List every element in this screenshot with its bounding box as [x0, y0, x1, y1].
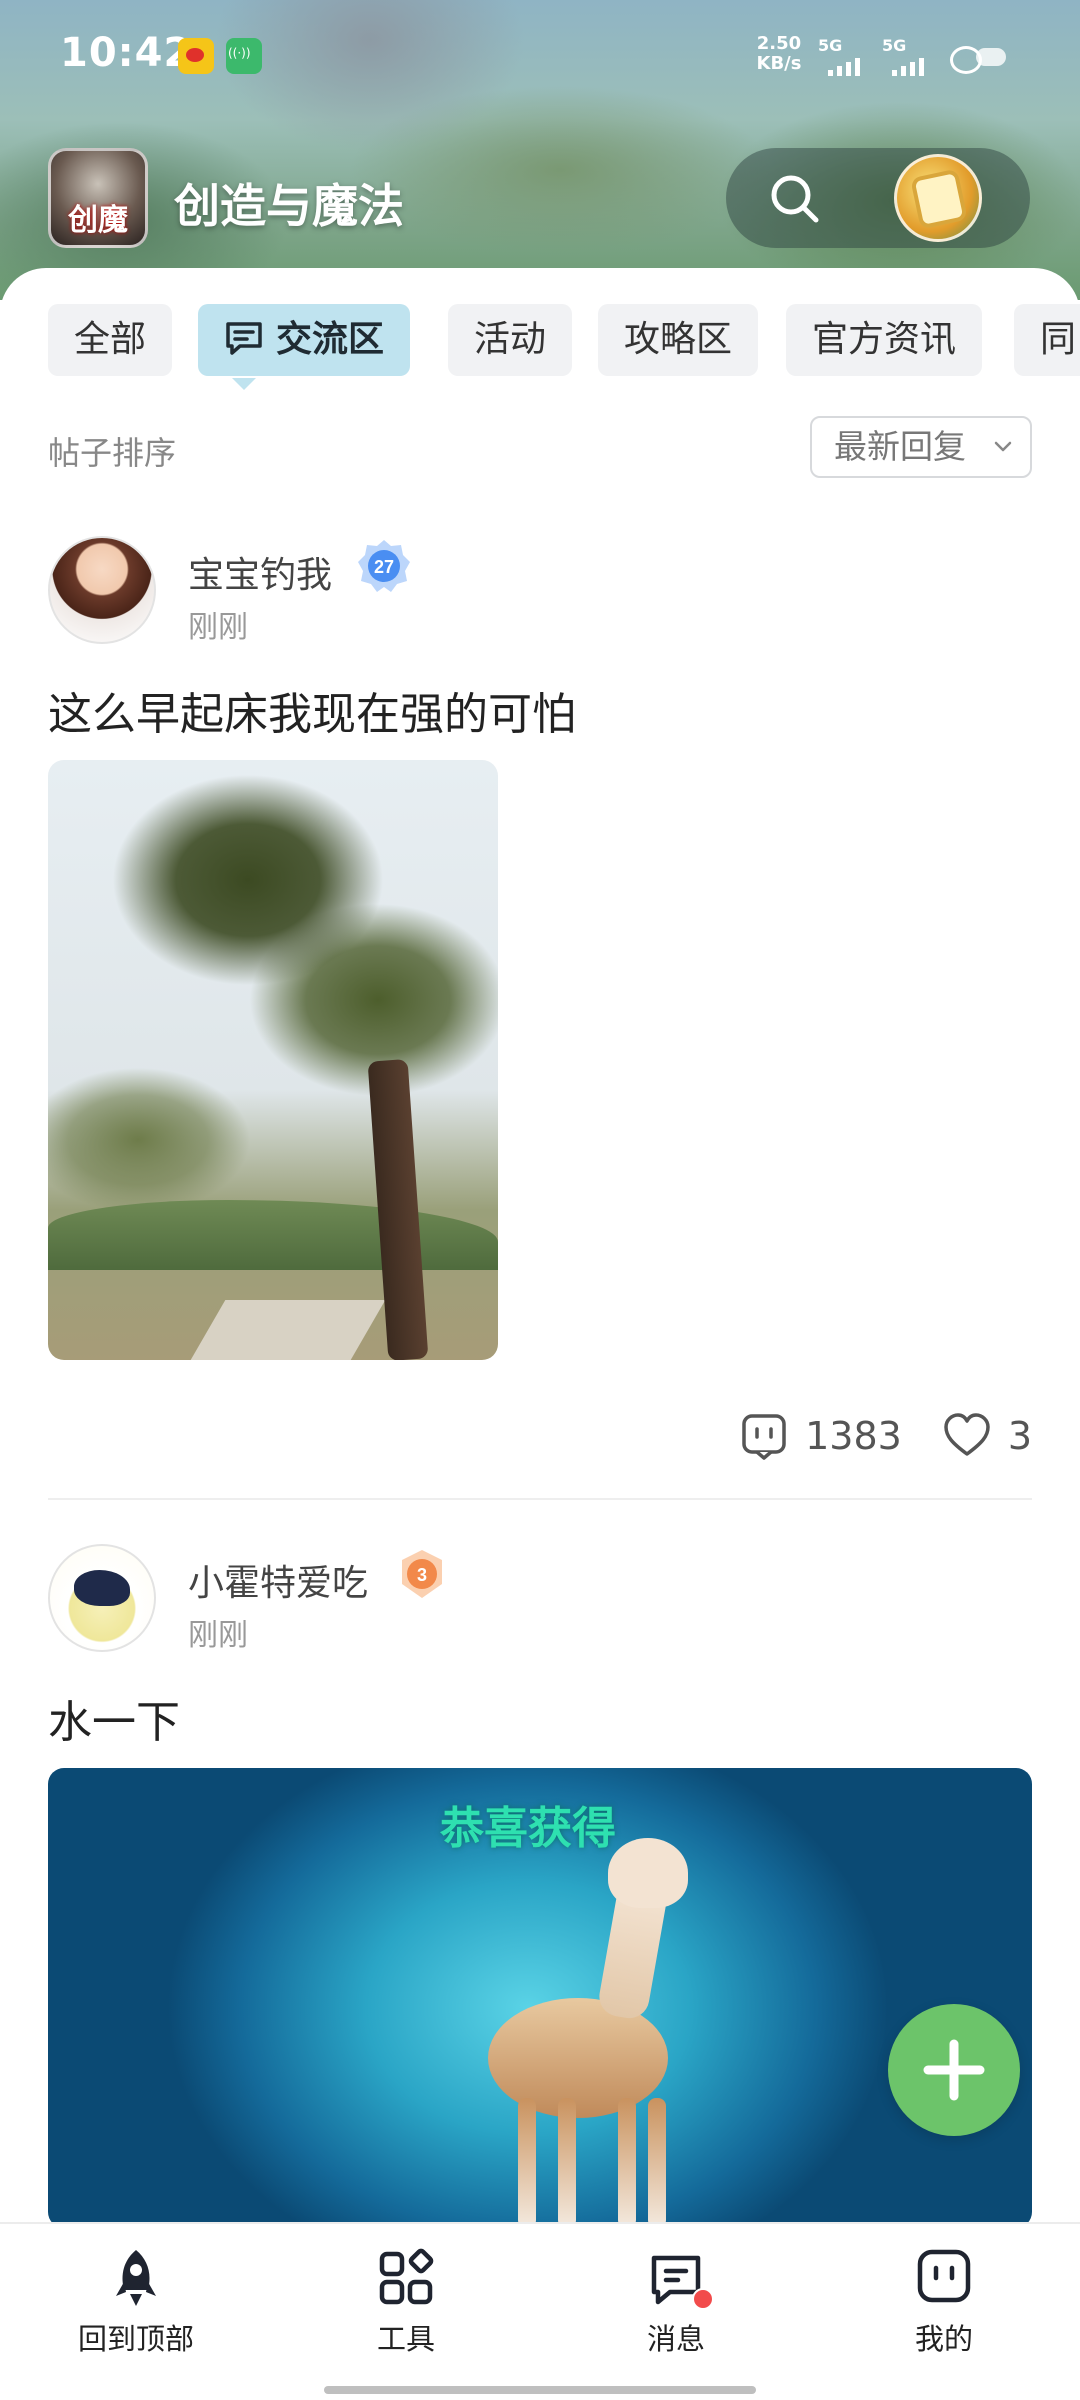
status-bar: 10:42 2.50 KB/s 5G 5G	[0, 0, 1080, 110]
signal-icon: 5G	[882, 36, 940, 76]
avatar[interactable]	[48, 536, 156, 644]
avatar[interactable]	[48, 1544, 156, 1652]
nav-messages[interactable]: 消息	[576, 2246, 776, 2366]
level-badge: 27	[356, 538, 412, 594]
active-tab-pointer	[232, 378, 256, 390]
category-tabs: 全部 交流区 活动 攻略区 官方资讯 同	[48, 304, 1080, 380]
username[interactable]: 小霍特爱吃	[188, 1554, 368, 1606]
comment-count: 1383	[805, 1414, 902, 1458]
tab-discussion[interactable]: 交流区	[198, 304, 411, 376]
tab-events[interactable]: 活动	[448, 304, 573, 376]
post-text[interactable]: 水一下	[48, 1686, 180, 1750]
level-text: 27	[374, 557, 394, 577]
post-card[interactable]: 小霍特爱吃 3 刚刚 水一下 恭喜获得	[48, 1544, 1032, 2244]
main-panel: 全部 交流区 活动 攻略区 官方资讯 同 帖子排序 最新回复 宝宝钓我 27 刚…	[0, 268, 1080, 2268]
heart-icon	[944, 1413, 990, 1456]
hotspot-icon	[226, 38, 262, 74]
like-count: 3	[1007, 1414, 1032, 1458]
header-actions	[726, 148, 1030, 248]
profile-icon	[917, 2249, 971, 2303]
level-text: 3	[417, 1565, 427, 1585]
status-time: 10:42	[60, 30, 193, 76]
post-image[interactable]	[48, 760, 498, 1360]
post-time: 刚刚	[188, 610, 248, 645]
home-indicator[interactable]	[324, 2386, 756, 2394]
nav-profile[interactable]: 我的	[844, 2246, 1044, 2366]
level-badge: 3	[394, 1546, 450, 1602]
nav-tools[interactable]: 工具	[306, 2246, 506, 2366]
header-banner: 10:42 2.50 KB/s 5G 5G 创魔 创造与魔法	[0, 0, 1080, 300]
chevron-down-icon	[994, 441, 1012, 452]
post-card[interactable]: 宝宝钓我 27 刚刚 这么早起床我现在强的可怕 1383 3	[48, 536, 1032, 1476]
bottom-nav: 回到顶部 工具 消息 我的	[0, 2222, 1080, 2400]
plus-icon	[923, 2039, 985, 2101]
comment-icon	[742, 1414, 786, 1460]
post-stats: 1383 3	[699, 1406, 1032, 1466]
chat-icon	[226, 322, 262, 355]
new-post-button[interactable]	[888, 2004, 1020, 2136]
post-image[interactable]: 恭喜获得	[48, 1768, 1032, 2228]
tab-all[interactable]: 全部	[48, 304, 173, 376]
app-title: 创造与魔法	[174, 179, 404, 233]
app-logo[interactable]: 创魔	[48, 148, 148, 248]
post-time: 刚刚	[188, 1618, 248, 1653]
post-divider	[48, 1498, 1032, 1500]
username[interactable]: 宝宝钓我	[188, 546, 332, 598]
search-button[interactable]	[766, 170, 822, 226]
signal-icon: 5G	[818, 36, 876, 76]
post-text[interactable]: 这么早起床我现在强的可怕	[48, 678, 576, 742]
net-speed: 2.50 KB/s	[756, 33, 802, 74]
weibo-icon	[178, 38, 214, 74]
comment-button[interactable]: 1383	[739, 1411, 902, 1461]
sort-dropdown[interactable]: 最新回复	[810, 416, 1032, 478]
tools-grid-icon	[379, 2248, 434, 2305]
battery-icon	[950, 44, 1010, 74]
tab-more[interactable]: 同	[1014, 304, 1080, 376]
image-caption: 恭喜获得	[440, 1803, 616, 1854]
search-icon	[771, 175, 819, 223]
sort-label: 帖子排序	[48, 434, 177, 472]
tab-official-news[interactable]: 官方资讯	[786, 304, 983, 376]
tab-guides[interactable]: 攻略区	[598, 304, 759, 376]
like-button[interactable]: 3	[942, 1411, 1032, 1461]
game-avatar[interactable]	[894, 154, 982, 242]
rocket-icon	[116, 2250, 156, 2306]
nav-back-to-top[interactable]: 回到顶部	[36, 2246, 236, 2366]
notification-dot	[692, 2288, 714, 2310]
